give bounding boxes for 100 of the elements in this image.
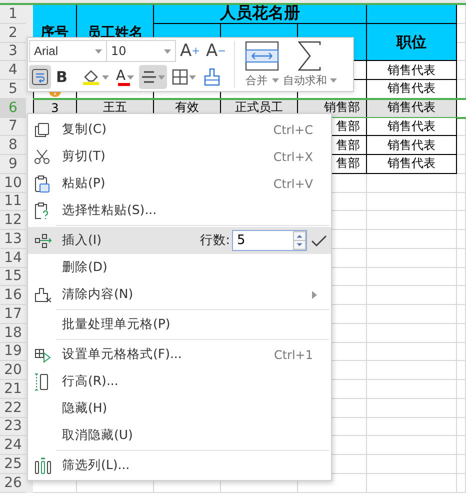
sheet-cell[interactable] [457,248,466,268]
row-number[interactable]: 18 [0,324,26,342]
row-number[interactable]: 8 [0,136,26,155]
row-number[interactable]: 22 [0,398,26,418]
row-number[interactable]: 15 [0,268,26,286]
caret-icon[interactable] [164,48,171,54]
row-number[interactable]: 14 [0,248,26,268]
sheet-cell[interactable] [457,398,466,418]
borders-icon [172,69,188,85]
sheet-cell[interactable] [367,474,457,492]
menu-item[interactable]: 取消隐藏(U) [28,422,331,449]
columns-icon [34,456,52,474]
row-number[interactable]: 26 [0,474,26,492]
font-size-field[interactable]: 10 [106,40,176,62]
sum-button[interactable]: 自动求和 [281,39,339,90]
row-number[interactable]: 9 [0,155,26,174]
scissors-icon [34,148,50,164]
sheet-cell[interactable] [457,361,466,380]
sheet-cell[interactable] [457,286,466,305]
wrap-text-icon [31,68,49,86]
sheet-cell[interactable] [457,342,466,362]
caret-icon [272,78,278,83]
shortcut-label: Ctrl+1 [274,348,313,362]
menu-item[interactable]: 隐藏(H) [28,395,331,422]
sheet-cell[interactable] [367,324,457,342]
sheet-cell[interactable] [457,474,466,492]
row-number[interactable]: 16 [0,286,26,305]
row-number[interactable]: 3 [0,42,26,62]
row-number[interactable]: 13 [0,230,26,249]
sheet-cell[interactable] [457,436,466,455]
paste-icon [34,174,50,192]
sheet-cell[interactable] [367,398,457,418]
row-number[interactable]: 24 [0,436,26,455]
sheet-cell[interactable] [367,211,457,230]
row-count-field[interactable]: 5 [232,230,307,251]
sheet-cell[interactable] [457,230,466,249]
sheet-cell[interactable] [457,305,466,324]
row-number[interactable]: 2 [0,24,26,42]
sheet-cell[interactable] [367,380,457,399]
increase-font-button[interactable]: A$^{+}$ [178,40,202,62]
font-color-button[interactable]: A [114,65,136,89]
row-number[interactable]: 12 [0,211,26,230]
sheet-cell[interactable] [367,268,457,286]
align-center-icon [141,70,157,84]
sheet-cell[interactable] [457,174,466,192]
sheet-cell[interactable] [457,455,466,474]
row-number[interactable]: 1 [0,5,26,24]
font-name-field[interactable]: Arial [29,40,107,62]
caret-icon[interactable] [95,48,102,54]
row-number[interactable]: 20 [0,361,26,380]
row-number[interactable]: 5 [0,80,26,99]
align-button[interactable] [139,65,167,89]
table-cell: 销售代表 [367,61,457,80]
bold-button[interactable]: B [54,65,76,89]
row-number[interactable]: 4 [0,61,26,80]
menu-item[interactable]: 筛选列(L)... [28,452,331,479]
checkmark-icon[interactable] [311,234,327,246]
row-number[interactable]: 7 [0,118,26,136]
row-number[interactable]: 21 [0,380,26,399]
sheet-cell[interactable] [367,248,457,268]
sheet-cell[interactable] [367,455,457,474]
row-number[interactable]: 25 [0,455,26,474]
sum-icon [297,41,323,71]
sheet-cell[interactable] [457,324,466,342]
sheet-cell[interactable] [457,192,466,212]
decrease-font-button[interactable]: A$^{−}$ [204,40,228,62]
sheet-cell[interactable] [367,230,457,249]
menu-item[interactable]: 行高(R)... [28,368,331,395]
menu-item[interactable]: 批量处理单元格(P) [28,311,331,338]
wrap-button[interactable] [29,65,51,89]
row-number[interactable]: 11 [0,192,26,212]
row-number[interactable]: 17 [0,305,26,324]
menu-item[interactable]: 清除内容(N) [28,281,331,308]
sheet-cell[interactable] [367,361,457,380]
row-number[interactable]: 19 [0,342,26,362]
menu-item[interactable]: 删除(D) [28,254,331,281]
row-number[interactable]: 10 [0,174,26,192]
spinner-icon[interactable] [293,231,306,250]
merge-cells-icon [245,41,279,71]
sheet-cell[interactable] [367,342,457,362]
table-title: 人员花名册 [154,5,367,24]
paste-special-icon [34,202,50,220]
shortcut-label: Ctrl+V [273,176,313,190]
sheet-cell[interactable] [457,380,466,399]
row-number[interactable]: 23 [0,418,26,436]
sheet-cell[interactable] [457,418,466,436]
sheet-cell[interactable] [367,305,457,324]
sheet-cell[interactable] [457,268,466,286]
menu-item[interactable]: 设置单元格格式(F)... Ctrl+1 [28,341,331,368]
insert-icon [34,232,52,248]
sheet-cell[interactable] [457,211,466,230]
sheet-cell[interactable] [367,286,457,305]
merge-button[interactable]: 合并 [243,39,281,90]
menu-item[interactable]: 选择性粘贴(S)... [28,197,331,224]
menu-item[interactable]: 插入(I) 行数: 5 [28,227,331,254]
sheet-cell[interactable] [367,436,457,455]
table-cell: 销售代表 [367,136,457,155]
fill-bucket-icon [81,68,101,86]
sheet-cell[interactable] [367,192,457,212]
sheet-cell[interactable] [367,418,457,436]
